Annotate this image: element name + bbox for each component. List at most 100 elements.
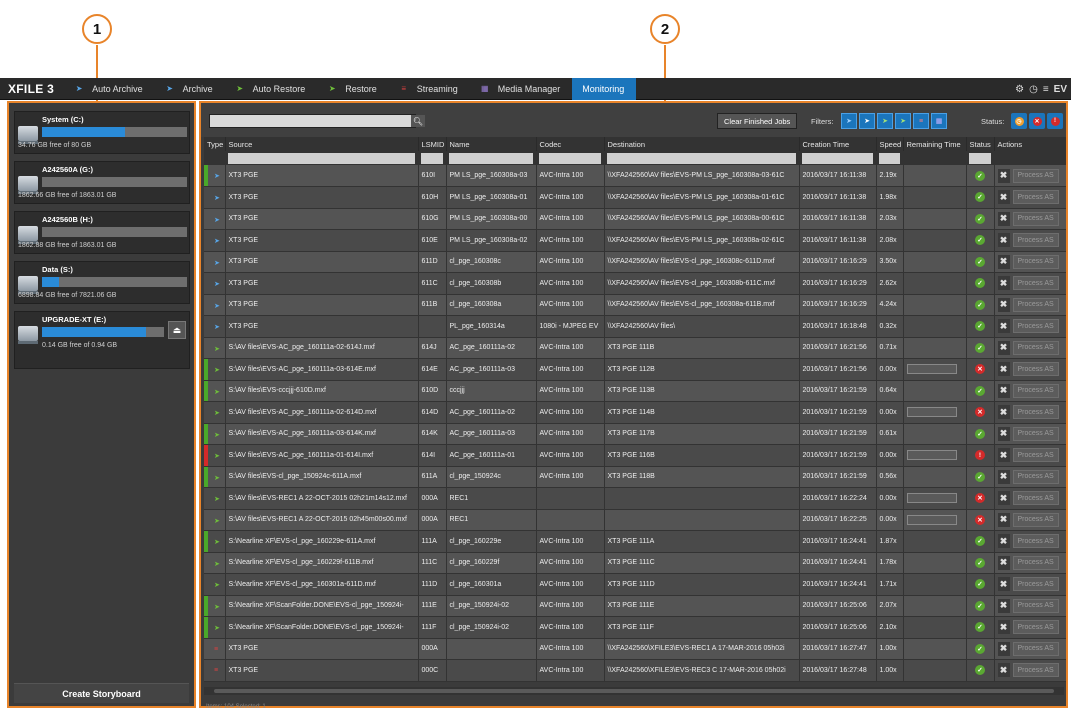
column-filter-input[interactable] bbox=[607, 152, 796, 164]
job-row[interactable]: ➤ S:\AV files\EVS-AC_pge_160111a-01-614I.… bbox=[204, 444, 1066, 467]
process-as-button[interactable]: Process AS bbox=[1012, 555, 1059, 570]
job-row[interactable]: ➤ XT3 PGE 610I PM LS_pge_160308a-03 AVC-Intr… bbox=[204, 165, 1066, 187]
cancel-job-icon[interactable]: ✖ bbox=[997, 641, 1010, 656]
drive-item[interactable]: Data (S:) 6898.84 GB free of 7821.06 GB bbox=[14, 261, 190, 304]
cancel-job-icon[interactable]: ✖ bbox=[997, 512, 1010, 527]
menu-archive[interactable]: ➤ Archive bbox=[155, 78, 225, 100]
cancel-job-icon[interactable]: ✖ bbox=[997, 362, 1010, 377]
process-as-button[interactable]: Process AS bbox=[1012, 598, 1059, 613]
process-as-button[interactable]: Process AS bbox=[1012, 641, 1059, 656]
process-as-button[interactable]: Process AS bbox=[1012, 233, 1059, 248]
cancel-job-icon[interactable]: ✖ bbox=[997, 577, 1010, 592]
menu-icon[interactable]: ≡ bbox=[1043, 84, 1049, 95]
process-as-button[interactable]: Process AS bbox=[1012, 448, 1059, 463]
column-filter-input[interactable] bbox=[539, 152, 601, 164]
horizontal-scrollbar[interactable] bbox=[204, 687, 1064, 695]
process-as-button[interactable]: Process AS bbox=[1012, 211, 1059, 226]
column-header-type[interactable]: Type bbox=[204, 137, 226, 151]
cancel-job-icon[interactable]: ✖ bbox=[997, 448, 1010, 463]
cancel-job-icon[interactable]: ✖ bbox=[997, 211, 1010, 226]
status-filter-pending-icon[interactable]: ◷ bbox=[1011, 113, 1027, 129]
column-header-remaining-time[interactable]: Remaining Time bbox=[903, 137, 967, 151]
menu-auto-restore[interactable]: ➤ Auto Restore bbox=[225, 78, 318, 100]
status-filter-error-icon[interactable]: ✕ bbox=[1029, 113, 1045, 129]
search-icon[interactable]: 🔍︎ bbox=[411, 115, 425, 127]
column-header-status[interactable]: Status bbox=[966, 137, 995, 151]
job-row[interactable]: ➤ S:\AV files\EVS-REC1 A 22-OCT-2015 02h4… bbox=[204, 509, 1066, 531]
column-header-lsmid[interactable]: LSMID bbox=[418, 137, 447, 151]
process-as-button[interactable]: Process AS bbox=[1012, 469, 1059, 484]
scrollbar-thumb[interactable] bbox=[214, 689, 1054, 693]
column-header-name[interactable]: Name bbox=[446, 137, 537, 151]
process-as-button[interactable]: Process AS bbox=[1012, 405, 1059, 420]
process-as-button[interactable]: Process AS bbox=[1012, 534, 1059, 549]
filter-auto-restore-icon[interactable]: ➤ bbox=[877, 113, 893, 129]
cancel-job-icon[interactable]: ✖ bbox=[997, 555, 1010, 570]
drive-item[interactable]: UPGRADE-XT (E:) 0.14 GB free of 0.94 GB ⏏ bbox=[14, 311, 190, 369]
search-input[interactable]: 🔍︎ bbox=[209, 114, 425, 128]
column-filter-input[interactable] bbox=[802, 152, 873, 164]
cancel-job-icon[interactable]: ✖ bbox=[997, 297, 1010, 312]
job-row[interactable]: ≡ XT3 PGE 000C AVC-Intra 100 \\XFA242560\XFI… bbox=[204, 659, 1066, 682]
job-row[interactable]: ➤ XT3 PGE 610H PM LS_pge_160308a-01 AVC-Intr… bbox=[204, 186, 1066, 209]
menu-streaming[interactable]: ≡ Streaming bbox=[389, 78, 470, 100]
process-as-button[interactable]: Process AS bbox=[1012, 362, 1059, 377]
column-header-actions[interactable]: Actions bbox=[994, 137, 1066, 151]
job-row[interactable]: ➤ XT3 PGE 610G PM LS_pge_160308a-00 AVC-Intr… bbox=[204, 208, 1066, 230]
job-row[interactable]: ➤ S:\AV files\EVS-cccjjj-610D.mxf 610D cccj… bbox=[204, 380, 1066, 402]
process-as-button[interactable]: Process AS bbox=[1012, 190, 1059, 205]
cancel-job-icon[interactable]: ✖ bbox=[997, 598, 1010, 613]
cancel-job-icon[interactable]: ✖ bbox=[997, 168, 1010, 183]
process-as-button[interactable]: Process AS bbox=[1012, 577, 1059, 592]
process-as-button[interactable]: Process AS bbox=[1012, 319, 1059, 334]
status-filter-warning-icon[interactable]: ! bbox=[1047, 113, 1063, 129]
job-row[interactable]: ➤ S:\Nearline XF\EVS-cl_pge_160229e-611A.… bbox=[204, 530, 1066, 553]
column-filter-input[interactable] bbox=[969, 152, 991, 164]
clear-finished-jobs-button[interactable]: Clear Finished Jobs bbox=[717, 113, 798, 129]
cancel-job-icon[interactable]: ✖ bbox=[997, 190, 1010, 205]
column-filter-input[interactable] bbox=[421, 152, 443, 164]
cancel-job-icon[interactable]: ✖ bbox=[997, 469, 1010, 484]
cancel-job-icon[interactable]: ✖ bbox=[997, 426, 1010, 441]
cancel-job-icon[interactable]: ✖ bbox=[997, 233, 1010, 248]
drive-item[interactable]: A242560B (H:) 1862.88 GB free of 1863.01 … bbox=[14, 211, 190, 254]
job-row[interactable]: ➤ S:\AV files\EVS-REC1 A 22-OCT-2015 02h2… bbox=[204, 487, 1066, 510]
cancel-job-icon[interactable]: ✖ bbox=[997, 534, 1010, 549]
column-filter-input[interactable] bbox=[879, 152, 900, 164]
process-as-button[interactable]: Process AS bbox=[1012, 383, 1059, 398]
process-as-button[interactable]: Process AS bbox=[1012, 491, 1059, 506]
menu-media-manager[interactable]: ▦ Media Manager bbox=[470, 78, 573, 100]
job-row[interactable]: ➤ S:\Nearline XF\EVS-cl_pge_160301a-611D.… bbox=[204, 573, 1066, 596]
job-row[interactable]: ➤ S:\Nearline XF\EVS-cl_pge_160229f-611B.… bbox=[204, 552, 1066, 574]
job-row[interactable]: ➤ S:\AV files\EVS-cl_pge_150924c-611A.mxf… bbox=[204, 466, 1066, 488]
process-as-button[interactable]: Process AS bbox=[1012, 620, 1059, 635]
cancel-job-icon[interactable]: ✖ bbox=[997, 319, 1010, 334]
process-as-button[interactable]: Process AS bbox=[1012, 426, 1059, 441]
column-header-source[interactable]: Source bbox=[225, 137, 419, 151]
cancel-job-icon[interactable]: ✖ bbox=[997, 405, 1010, 420]
filter-auto-archive-icon[interactable]: ➤ bbox=[841, 113, 857, 129]
help-icon[interactable]: ◷ bbox=[1029, 84, 1038, 95]
filter-archive-icon[interactable]: ➤ bbox=[859, 113, 875, 129]
cancel-job-icon[interactable]: ✖ bbox=[997, 663, 1010, 678]
process-as-button[interactable]: Process AS bbox=[1012, 254, 1059, 269]
cancel-job-icon[interactable]: ✖ bbox=[997, 491, 1010, 506]
cancel-job-icon[interactable]: ✖ bbox=[997, 620, 1010, 635]
process-as-button[interactable]: Process AS bbox=[1012, 512, 1059, 527]
column-header-codec[interactable]: Codec bbox=[536, 137, 605, 151]
menu-auto-archive[interactable]: ➤ Auto Archive bbox=[64, 78, 155, 100]
create-storyboard-button[interactable]: Create Storyboard bbox=[14, 683, 189, 703]
column-filter-input[interactable] bbox=[449, 152, 533, 164]
job-row[interactable]: ➤ XT3 PGE PL_pge_160314a 1080i - MJPEG EV \\… bbox=[204, 315, 1066, 338]
job-row[interactable]: ≡ XT3 PGE 000A AVC-Intra 100 \\XFA242560\XFI… bbox=[204, 638, 1066, 660]
job-row[interactable]: ➤ S:\AV files\EVS-AC_pge_160111a-03-614E.… bbox=[204, 358, 1066, 381]
cancel-job-icon[interactable]: ✖ bbox=[997, 254, 1010, 269]
column-header-creation-time[interactable]: Creation Time bbox=[799, 137, 877, 151]
job-row[interactable]: ➤ XT3 PGE 611C cl_pge_160308b AVC-Intra 100 \… bbox=[204, 272, 1066, 295]
job-row[interactable]: ➤ S:\AV files\EVS-AC_pge_160111a-02-614D.… bbox=[204, 401, 1066, 424]
cancel-job-icon[interactable]: ✖ bbox=[997, 276, 1010, 291]
filter-restore-icon[interactable]: ➤ bbox=[895, 113, 911, 129]
process-as-button[interactable]: Process AS bbox=[1012, 168, 1059, 183]
job-row[interactable]: ➤ S:\Nearline XF\ScanFolder.DONE\EVS-cl_p… bbox=[204, 595, 1066, 617]
process-as-button[interactable]: Process AS bbox=[1012, 276, 1059, 291]
